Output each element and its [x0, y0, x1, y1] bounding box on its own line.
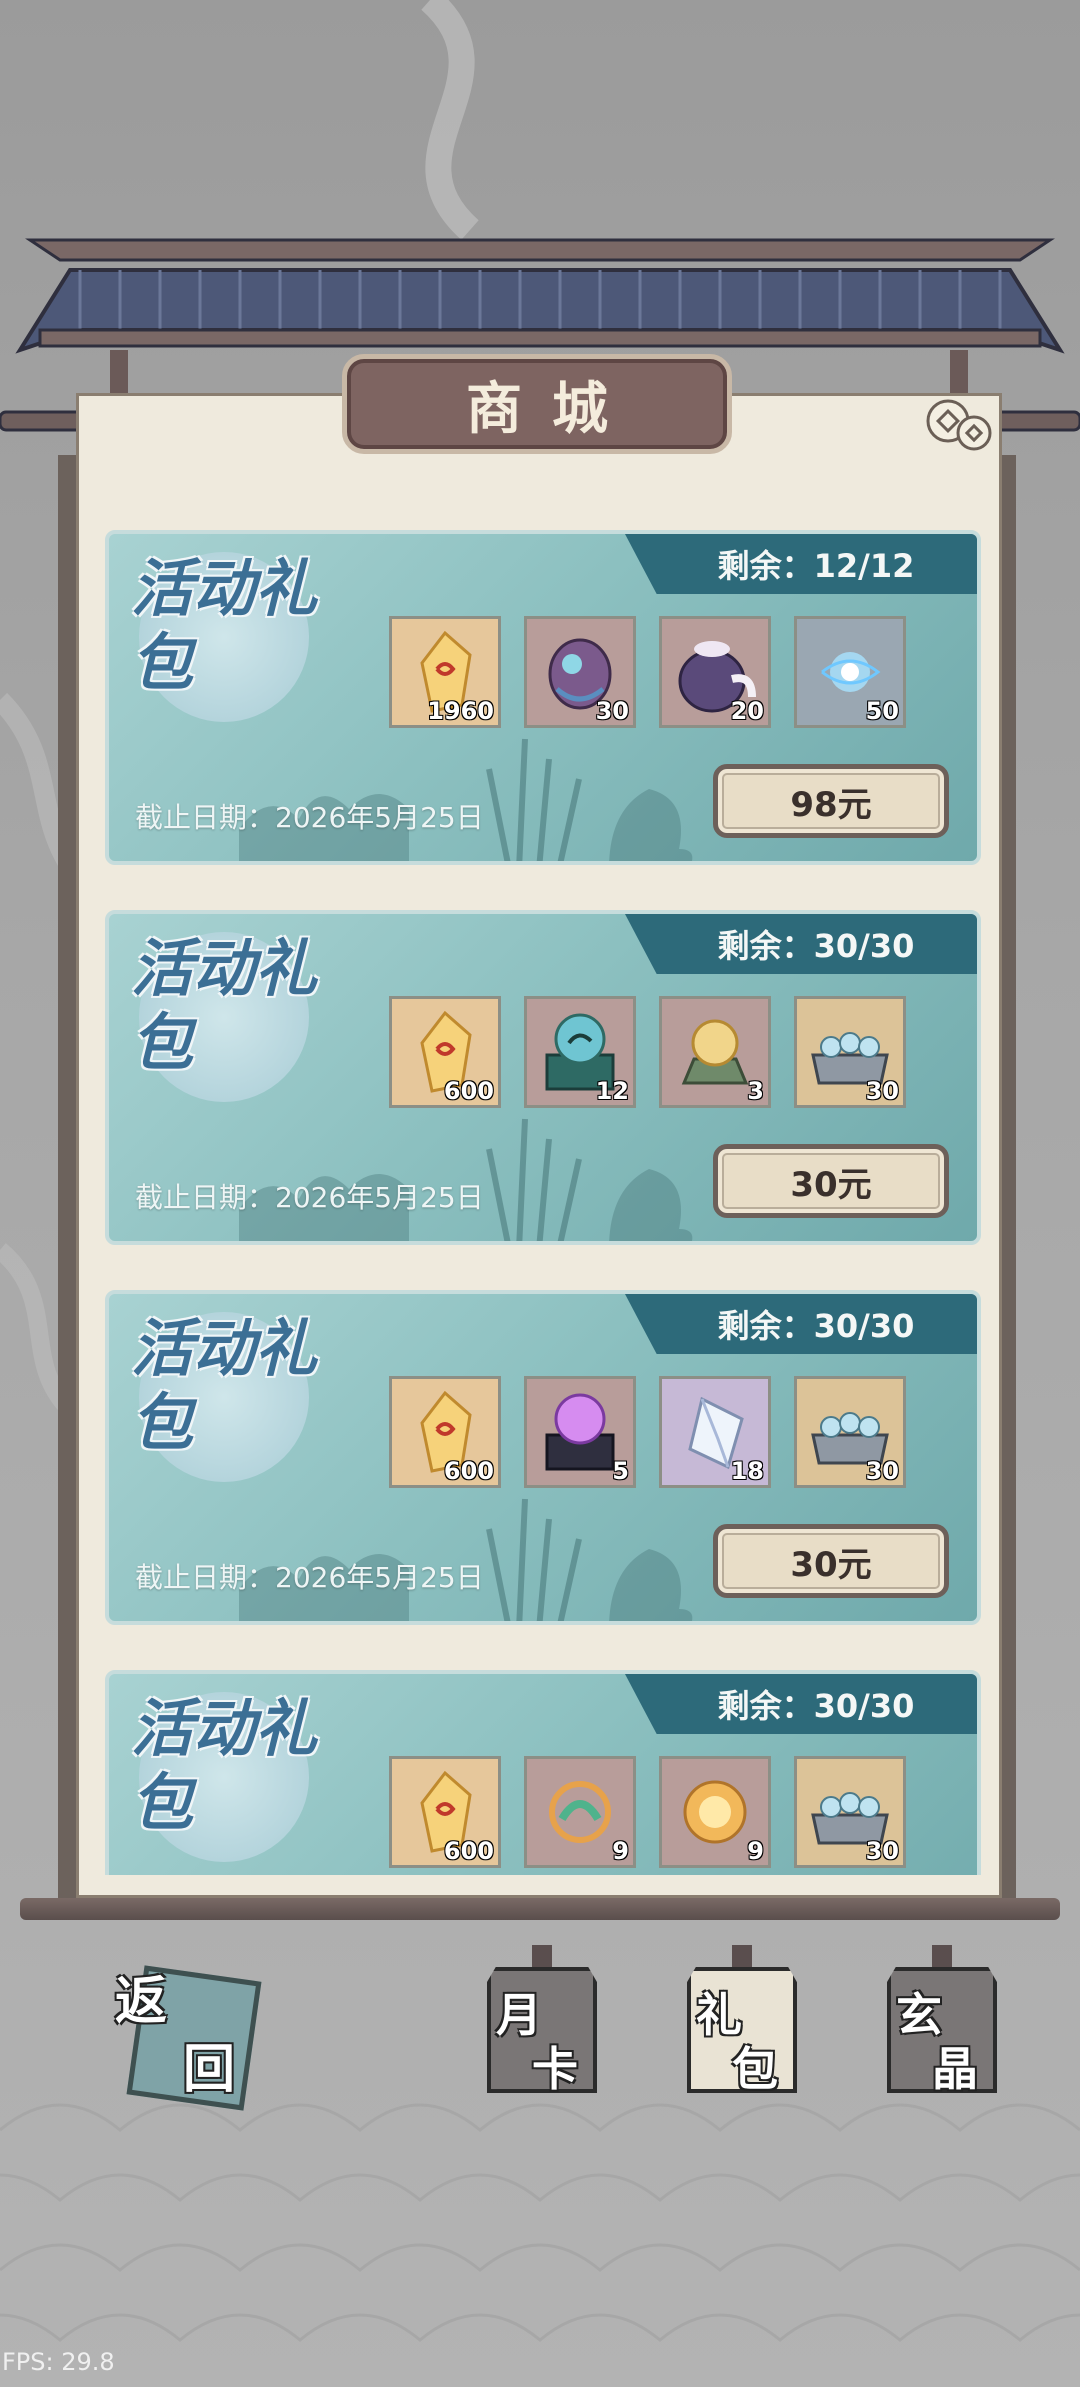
reward-count: 30 [865, 1837, 899, 1865]
page-title: 商城 [466, 375, 638, 442]
tab-char-2: 晶 [932, 2042, 978, 2096]
tab-char-2: 包 [732, 2042, 778, 2096]
event-pack-badge: 活动礼包 [131, 552, 318, 699]
reward-item[interactable]: 30 [794, 996, 906, 1108]
reward-count: 5 [612, 1457, 629, 1485]
gift-pack-card: 活动礼包 剩余：12/12 1960 30 20 50 截止日期：2026年5月25日 98元 [105, 530, 981, 865]
pack-list[interactable]: 活动礼包 剩余：12/12 1960 30 20 50 截止日期：2026年5月25日 98元… [105, 530, 981, 1875]
reward-item[interactable]: 50 [794, 616, 906, 728]
event-pack-badge: 活动礼包 [131, 932, 318, 1079]
buy-price-button[interactable]: 30元 [713, 1144, 949, 1218]
reward-count: 18 [730, 1457, 764, 1485]
reward-item[interactable]: 9 [524, 1756, 636, 1868]
reward-item[interactable]: 12 [524, 996, 636, 1108]
remaining-stock: 剩余：30/30 [625, 914, 977, 974]
remaining-stock: 剩余：30/30 [625, 1674, 977, 1734]
back-button[interactable]: 返 回 [105, 1955, 265, 2125]
reward-count: 30 [595, 697, 629, 725]
reward-count: 30 [865, 1077, 899, 1105]
reward-item[interactable]: 5 [524, 1376, 636, 1488]
coin-icon [926, 399, 992, 451]
gift-pack-card: 活动礼包 剩余：30/30 600 12 3 30 截止日期：2026年5月25日 30元 [105, 910, 981, 1245]
reward-item[interactable]: 18 [659, 1376, 771, 1488]
reward-count: 600 [443, 1457, 494, 1485]
back-button-char-2: 回 [183, 2039, 236, 2100]
reward-count: 600 [443, 1837, 494, 1865]
remaining-stock: 剩余：30/30 [625, 1294, 977, 1354]
reward-items: 1960 30 20 50 [389, 616, 906, 728]
reward-item[interactable]: 600 [389, 996, 501, 1108]
event-pack-badge: 活动礼包 [131, 1692, 318, 1839]
reward-count: 9 [747, 1837, 764, 1865]
reward-item[interactable]: 30 [794, 1376, 906, 1488]
fps-counter: FPS: 29.8 [2, 2348, 115, 2376]
reward-item[interactable]: 1960 [389, 616, 501, 728]
reward-items: 600 12 3 30 [389, 996, 906, 1108]
reward-count: 1960 [427, 697, 494, 725]
scroll-edge-left [58, 455, 78, 1900]
tab-monthly-card[interactable]: 月 卡 [482, 1945, 602, 2096]
tab-char-2: 卡 [532, 2042, 578, 2096]
reward-items: 600 5 18 30 [389, 1376, 906, 1488]
tab-crystal[interactable]: 玄 晶 [882, 1945, 1002, 2096]
reward-item[interactable]: 600 [389, 1376, 501, 1488]
reward-item[interactable]: 3 [659, 996, 771, 1108]
reward-count: 12 [595, 1077, 629, 1105]
reward-item[interactable]: 30 [794, 1756, 906, 1868]
scroll-edge-right [1002, 455, 1016, 1900]
reward-items: 600 9 9 30 [389, 1756, 906, 1868]
remaining-stock: 剩余：12/12 [625, 534, 977, 594]
reward-count: 50 [865, 697, 899, 725]
gift-pack-card: 活动礼包 剩余：30/30 600 5 18 30 截止日期：2026年5月25日 30元 [105, 1290, 981, 1625]
scroll-bottom-rod [20, 1898, 1060, 1920]
reward-count: 3 [747, 1077, 764, 1105]
deadline-text: 截止日期：2026年5月25日 [135, 1561, 484, 1594]
buy-price-button[interactable]: 98元 [713, 764, 949, 838]
deadline-text: 截止日期：2026年5月25日 [135, 801, 484, 834]
deadline-text: 截止日期：2026年5月25日 [135, 1181, 484, 1214]
reward-count: 20 [730, 697, 764, 725]
tab-gift-pack[interactable]: 礼 包 [682, 1945, 802, 2096]
reward-count: 600 [443, 1077, 494, 1105]
reward-item[interactable]: 20 [659, 616, 771, 728]
reward-count: 30 [865, 1457, 899, 1485]
title-plaque: 商城 [342, 354, 732, 454]
event-pack-badge: 活动礼包 [131, 1312, 318, 1459]
reward-count: 9 [612, 1837, 629, 1865]
buy-price-button[interactable]: 30元 [713, 1524, 949, 1598]
back-button-char-1: 返 [115, 1971, 168, 2032]
gift-pack-card: 活动礼包 剩余：30/30 600 9 9 30 [105, 1670, 981, 1875]
reward-item[interactable]: 30 [524, 616, 636, 728]
reward-item[interactable]: 9 [659, 1756, 771, 1868]
reward-item[interactable]: 600 [389, 1756, 501, 1868]
